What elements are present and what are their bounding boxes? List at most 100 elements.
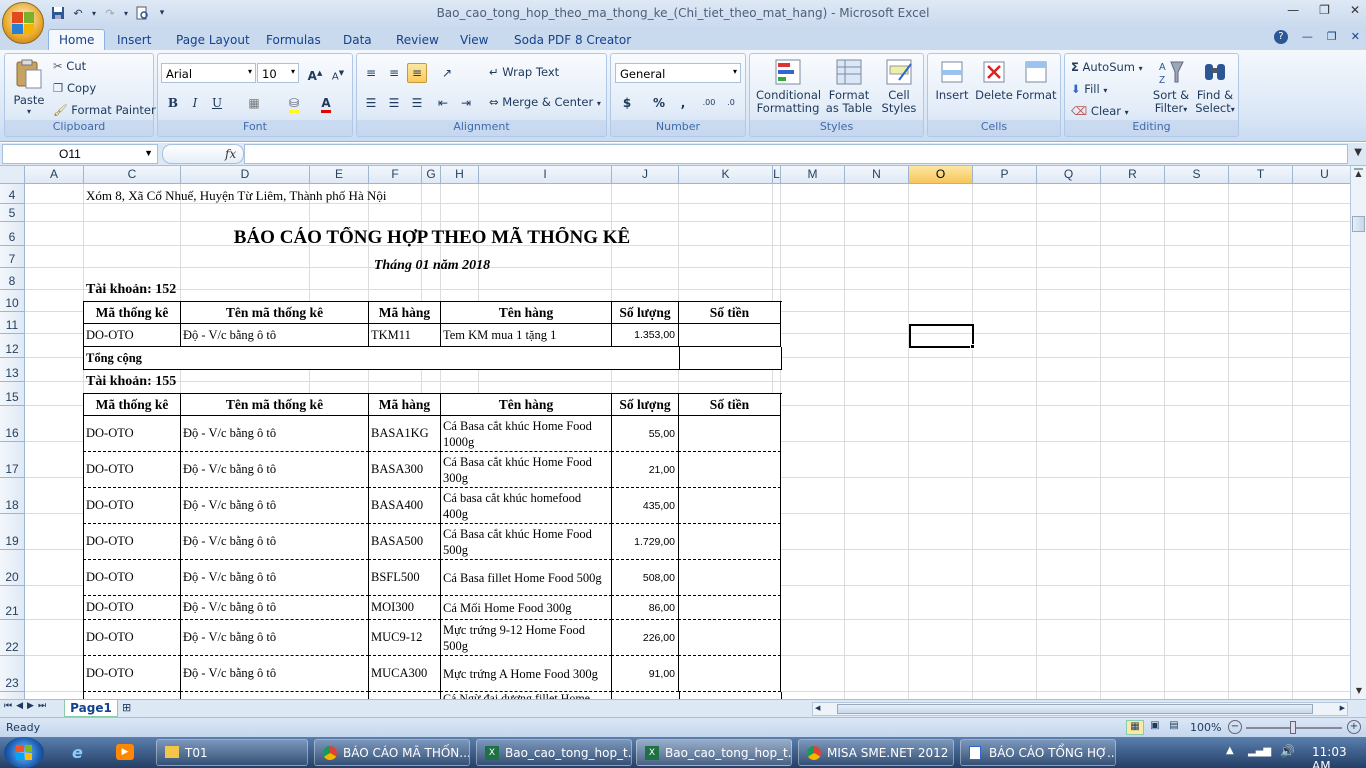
tab-home[interactable]: Home bbox=[48, 29, 106, 50]
font-size-select[interactable]: 10 ▾ bbox=[257, 63, 299, 83]
decrease-decimal-icon[interactable]: .0 bbox=[721, 93, 741, 113]
insert-cells-button[interactable]: Insert bbox=[932, 58, 972, 102]
underline-button[interactable]: U bbox=[207, 93, 227, 113]
row-header-10[interactable]: 10 bbox=[0, 290, 25, 312]
italic-button[interactable]: I bbox=[185, 93, 205, 113]
row-header-8[interactable]: 8 bbox=[0, 268, 25, 290]
format-painter-button[interactable]: 🖌 Format Painter bbox=[53, 103, 156, 117]
delete-cells-button[interactable]: Delete bbox=[974, 58, 1014, 102]
align-right-icon[interactable]: ☰ bbox=[407, 93, 427, 113]
increase-decimal-icon[interactable]: .00 bbox=[699, 93, 719, 113]
workbook-restore-icon[interactable]: ❐ bbox=[1327, 30, 1337, 44]
name-box[interactable]: O11 ▼ bbox=[2, 144, 158, 164]
active-cell-o11[interactable] bbox=[909, 324, 974, 348]
increase-indent-icon[interactable]: ⇥ bbox=[456, 93, 476, 113]
column-header-k[interactable]: K bbox=[679, 166, 773, 184]
column-header-g[interactable]: G bbox=[422, 166, 441, 184]
cell-styles-button[interactable]: Cell Styles bbox=[878, 58, 920, 115]
column-header-m[interactable]: M bbox=[781, 166, 845, 184]
sheet-nav-buttons[interactable]: ⏮◀▶⏭ bbox=[4, 701, 50, 711]
fill-button[interactable]: ⬇ Fill ▾ bbox=[1071, 82, 1107, 96]
tab-page-layout[interactable]: Page Layout bbox=[176, 30, 250, 50]
split-box[interactable] bbox=[1354, 168, 1363, 170]
row-header-19[interactable]: 19 bbox=[0, 514, 25, 550]
row-header-7[interactable]: 7 bbox=[0, 246, 25, 268]
find-select-button[interactable]: Find & Select▾ bbox=[1193, 58, 1237, 116]
align-top-icon[interactable]: ≡ bbox=[361, 63, 381, 83]
taskbar-item-misa[interactable]: MISA SME.NET 2012 ... bbox=[798, 739, 954, 766]
format-as-table-button[interactable]: Format as Table bbox=[824, 58, 874, 115]
insert-function-button[interactable]: fx bbox=[162, 144, 244, 164]
percent-button[interactable]: % bbox=[649, 93, 669, 113]
fill-handle[interactable] bbox=[970, 344, 975, 349]
row-header-11[interactable]: 11 bbox=[0, 312, 25, 334]
font-color-button[interactable]: A bbox=[316, 93, 336, 113]
sort-filter-button[interactable]: AZ Sort & Filter▾ bbox=[1151, 58, 1191, 116]
tray-arrow-icon[interactable]: ▲ bbox=[1226, 745, 1234, 756]
row-header-23[interactable]: 23 bbox=[0, 656, 25, 692]
zoom-in-icon[interactable]: + bbox=[1347, 720, 1361, 734]
orientation-icon[interactable]: ↗ bbox=[437, 63, 457, 83]
zoom-slider-thumb[interactable] bbox=[1290, 721, 1296, 734]
merge-center-button[interactable]: ⇔ Merge & Center ▾ bbox=[489, 95, 601, 109]
scroll-right-icon[interactable]: ▶ bbox=[1340, 704, 1345, 712]
scroll-left-icon[interactable]: ◀ bbox=[815, 704, 820, 712]
paste-button[interactable]: Paste ▾ bbox=[11, 58, 47, 116]
zoom-level[interactable]: 100% bbox=[1190, 721, 1221, 734]
media-player-icon[interactable]: ▶ bbox=[116, 744, 134, 760]
network-icon[interactable]: ▂▄▆ bbox=[1248, 746, 1271, 757]
clock[interactable]: 11:03 AM bbox=[1312, 745, 1366, 768]
row-header-partial[interactable] bbox=[0, 692, 25, 699]
scroll-down-icon[interactable]: ▼ bbox=[1351, 683, 1366, 699]
decrease-indent-icon[interactable]: ⇤ bbox=[433, 93, 453, 113]
volume-icon[interactable]: 🔊 bbox=[1280, 744, 1295, 758]
column-header-r[interactable]: R bbox=[1101, 166, 1165, 184]
grow-font-button[interactable]: A▲ bbox=[305, 63, 325, 83]
workbook-close-icon[interactable]: ✕ bbox=[1351, 30, 1360, 44]
tab-formulas[interactable]: Formulas bbox=[266, 30, 321, 50]
row-header-16[interactable]: 16 bbox=[0, 406, 25, 442]
page-break-view-icon[interactable]: ▤ bbox=[1165, 720, 1183, 735]
row-header-21[interactable]: 21 bbox=[0, 586, 25, 620]
column-header-p[interactable]: P bbox=[973, 166, 1037, 184]
tab-soda-pdf[interactable]: Soda PDF 8 Creator bbox=[514, 30, 631, 50]
fill-color-button[interactable]: ⛁ bbox=[284, 93, 304, 113]
align-center-icon[interactable]: ☰ bbox=[384, 93, 404, 113]
taskbar-item-word[interactable]: BÁO CÁO TỔNG HỢ... bbox=[960, 739, 1116, 766]
row-header-15[interactable]: 15 bbox=[0, 382, 25, 406]
minimize-icon[interactable]: — bbox=[1287, 3, 1299, 17]
row-header-22[interactable]: 22 bbox=[0, 620, 25, 656]
h-scroll-thumb[interactable] bbox=[837, 704, 1313, 714]
row-header-5[interactable]: 5 bbox=[0, 204, 25, 222]
vertical-scrollbar[interactable]: ▲ ▼ bbox=[1350, 166, 1366, 699]
workbook-minimize-icon[interactable]: — bbox=[1302, 30, 1313, 44]
column-header-c[interactable]: C bbox=[84, 166, 181, 184]
tab-data[interactable]: Data bbox=[343, 30, 372, 50]
normal-view-icon[interactable]: ▦ bbox=[1126, 720, 1144, 735]
insert-sheet-icon[interactable]: ⊞ bbox=[122, 701, 131, 714]
close-icon[interactable]: ✕ bbox=[1350, 3, 1360, 17]
office-button[interactable] bbox=[2, 2, 44, 44]
column-header-e[interactable]: E bbox=[310, 166, 369, 184]
column-header-n[interactable]: N bbox=[845, 166, 909, 184]
worksheet-grid[interactable]: ACDEFGHIJKLMNOPQRSTU 4 5 6 7 8 10 11 12 13 15 16 17… bbox=[0, 166, 1350, 699]
comma-button[interactable]: , bbox=[673, 93, 693, 113]
row-header-20[interactable]: 20 bbox=[0, 550, 25, 586]
taskbar-item-chrome[interactable]: BÁO CÁO MÃ THỐN... bbox=[314, 739, 470, 766]
formula-input[interactable] bbox=[244, 144, 1348, 164]
column-header-d[interactable]: D bbox=[181, 166, 310, 184]
sheet-tab-page1[interactable]: Page1 bbox=[64, 700, 118, 717]
format-cells-button[interactable]: Format bbox=[1016, 58, 1057, 102]
ie-icon[interactable]: e bbox=[72, 743, 83, 762]
column-header-o[interactable]: O bbox=[909, 166, 973, 184]
copy-button[interactable]: ❐ Copy bbox=[53, 81, 96, 95]
row-header-6[interactable]: 6 bbox=[0, 222, 25, 246]
cut-button[interactable]: ✂ Cut bbox=[53, 59, 86, 73]
column-header-u[interactable]: U bbox=[1293, 166, 1350, 184]
zoom-slider[interactable] bbox=[1246, 721, 1342, 734]
column-header-i[interactable]: I bbox=[479, 166, 612, 184]
zoom-out-icon[interactable]: − bbox=[1228, 720, 1242, 734]
tab-insert[interactable]: Insert bbox=[117, 30, 151, 50]
help-icon[interactable]: ? bbox=[1273, 30, 1288, 44]
select-all-corner[interactable] bbox=[0, 166, 25, 184]
